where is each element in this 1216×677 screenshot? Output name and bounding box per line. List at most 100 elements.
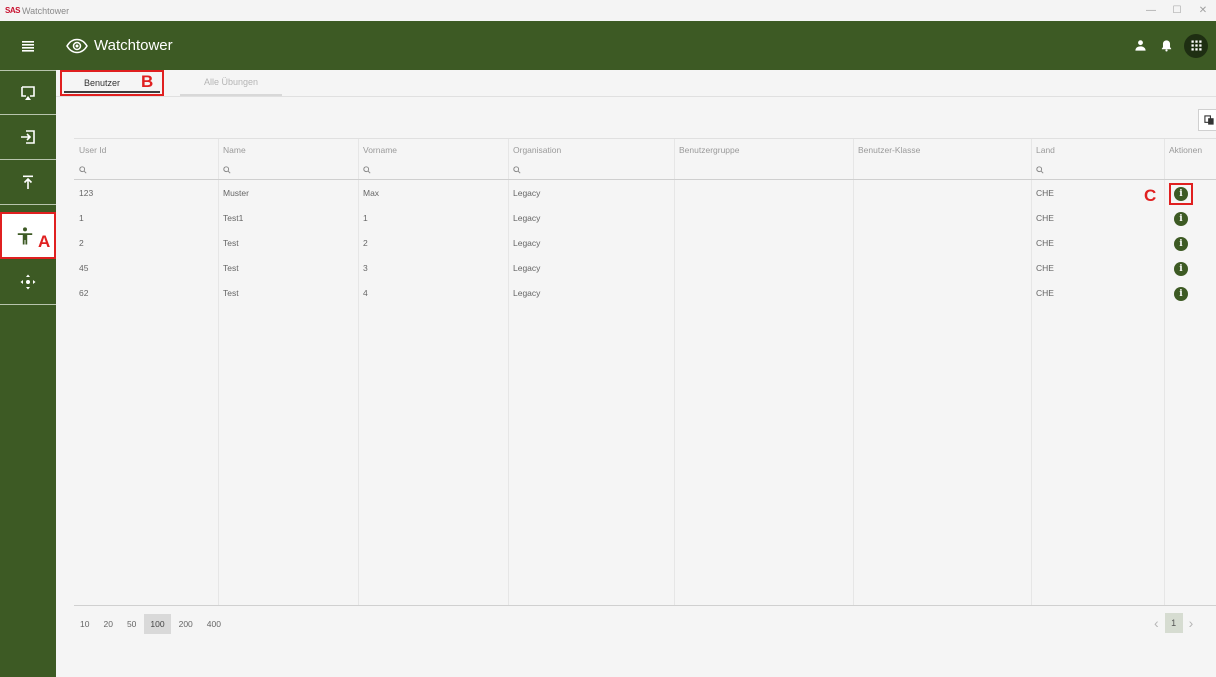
column-header-benutzergruppe[interactable]: Benutzergruppe <box>674 139 740 161</box>
page-size-400[interactable]: 400 <box>201 614 227 634</box>
cell-benutzer-klasse <box>853 231 858 256</box>
filter-land[interactable] <box>1031 160 1164 180</box>
cell-name: Test <box>223 263 239 273</box>
column-header-benutzer-klasse[interactable]: Benutzer-Klasse <box>853 139 920 161</box>
eye-icon <box>66 38 88 53</box>
info-button[interactable]: i <box>1174 287 1188 301</box>
marker-c: C <box>1144 186 1157 205</box>
next-page-button[interactable]: › <box>1189 615 1194 631</box>
column-header-name[interactable]: Name <box>218 139 246 161</box>
cell-name: Test <box>223 288 239 298</box>
cell-benutzer-klasse <box>853 281 858 306</box>
cell-benutzergruppe <box>674 281 679 306</box>
table-row[interactable]: 45 Test 3 Legacy CHE i <box>74 256 1216 281</box>
tab-bar: Benutzer B Alle Übungen <box>56 70 1216 97</box>
column-header-aktionen: Aktionen <box>1169 145 1203 155</box>
app-title: Watchtower <box>94 37 173 54</box>
minimize-button[interactable]: — <box>1138 0 1164 21</box>
upload-icon <box>23 175 33 189</box>
hamburger-icon <box>22 40 34 52</box>
sidebar-item-login[interactable] <box>0 115 56 160</box>
cast-icon <box>21 85 35 100</box>
cell-benutzergruppe <box>674 181 679 206</box>
column-header-organisation[interactable]: Organisation <box>508 139 561 161</box>
sidebar-item-move[interactable] <box>0 260 56 305</box>
cell-benutzergruppe <box>674 231 679 256</box>
copy-button[interactable] <box>1198 109 1216 131</box>
table-row[interactable]: 1 Test1 1 Legacy CHE i <box>74 206 1216 231</box>
cell-user-id: 2 <box>79 238 84 248</box>
page-size-200[interactable]: 200 <box>173 614 199 634</box>
cell-benutzergruppe <box>674 206 679 231</box>
cell-vorname: Max <box>363 188 380 198</box>
tab-benutzer-label: Benutzer <box>83 78 121 88</box>
info-button[interactable]: i <box>1174 187 1188 201</box>
filter-name[interactable] <box>218 160 358 180</box>
marker-a: A <box>38 232 51 251</box>
page-1-button[interactable]: 1 <box>1164 613 1183 633</box>
sidebar-menu-button[interactable] <box>0 21 56 70</box>
cell-organisation: Legacy <box>513 213 541 223</box>
cell-user-id: 123 <box>79 188 94 198</box>
cell-land: CHE <box>1036 238 1054 248</box>
info-button[interactable]: i <box>1174 262 1188 276</box>
page-size-10[interactable]: 10 <box>74 614 95 634</box>
bell-icon[interactable] <box>1158 38 1174 54</box>
filter-vorname[interactable] <box>358 160 508 180</box>
filter-organisation[interactable] <box>508 160 674 180</box>
cell-land: CHE <box>1036 213 1054 223</box>
cell-benutzer-klasse <box>853 181 858 206</box>
users-table: User Id Name Vorname Organisation Benutz… <box>74 138 1216 606</box>
tab-alle-uebungen[interactable]: Alle Übungen <box>180 70 282 96</box>
search-icon <box>1036 166 1044 174</box>
cell-land: CHE <box>1036 188 1054 198</box>
page-size-50[interactable]: 50 <box>121 614 142 634</box>
filter-row <box>74 160 1216 180</box>
login-icon <box>21 130 35 144</box>
cell-vorname: 3 <box>363 263 368 273</box>
prev-page-button[interactable]: ‹ <box>1154 615 1159 631</box>
page-size-100[interactable]: 100 <box>144 614 171 634</box>
apps-grid-icon <box>1190 40 1202 51</box>
maximize-button[interactable]: ☐ <box>1164 0 1190 21</box>
search-icon <box>513 166 521 174</box>
window-controls: — ☐ ✕ <box>1138 0 1216 21</box>
close-window-button[interactable]: ✕ <box>1190 0 1216 21</box>
cell-name: Muster <box>223 188 249 198</box>
cell-organisation: Legacy <box>513 188 541 198</box>
table-row[interactable]: 2 Test 2 Legacy CHE i <box>74 231 1216 256</box>
copy-icon <box>1203 114 1214 125</box>
apps-grid-button[interactable] <box>1184 33 1208 58</box>
cell-land: CHE <box>1036 263 1054 273</box>
search-icon <box>79 166 87 174</box>
cell-user-id: 62 <box>79 288 89 298</box>
cell-organisation: Legacy <box>513 263 541 273</box>
table-row[interactable]: 123 Muster Max Legacy CHE i <box>74 181 1216 206</box>
cell-name: Test <box>223 238 239 248</box>
info-button[interactable]: i <box>1174 237 1188 251</box>
header-actions <box>1132 21 1208 70</box>
cell-organisation: Legacy <box>513 238 541 248</box>
table-bottom-border <box>74 605 1216 606</box>
pagination: ‹ 1 › <box>1154 613 1193 633</box>
marker-b: B <box>141 72 154 91</box>
search-icon <box>223 166 231 174</box>
search-icon <box>363 166 371 174</box>
cell-benutzergruppe <box>674 256 679 281</box>
accessibility-icon <box>17 226 33 244</box>
column-header-vorname[interactable]: Vorname <box>358 139 397 161</box>
column-header-user-id[interactable]: User Id <box>74 139 106 161</box>
page-size-20[interactable]: 20 <box>97 614 118 634</box>
filter-user-id[interactable] <box>74 160 218 180</box>
table-row[interactable]: 62 Test 4 Legacy CHE i <box>74 281 1216 306</box>
window-title: Watchtower <box>21 5 70 16</box>
cell-vorname: 1 <box>363 213 368 223</box>
info-button[interactable]: i <box>1174 212 1188 226</box>
person-icon[interactable] <box>1132 38 1148 54</box>
cell-name: Test1 <box>223 213 244 223</box>
window-titlebar: SAS Watchtower — ☐ ✕ <box>0 0 1216 21</box>
sidebar-item-upload[interactable] <box>0 160 56 205</box>
cell-user-id: 1 <box>79 213 84 223</box>
sidebar-item-cast[interactable] <box>0 70 56 115</box>
column-header-land[interactable]: Land <box>1031 139 1055 161</box>
